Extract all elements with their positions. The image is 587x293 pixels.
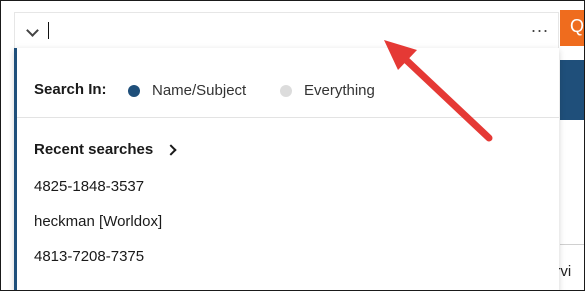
search-submit-button[interactable]: Q [560,10,585,46]
background-divider [560,244,584,245]
chevron-right-icon [165,143,177,156]
search-input[interactable] [51,17,495,45]
search-icon: Q [570,16,585,36]
radio-everything[interactable]: Everything [280,82,375,99]
recent-searches-label: Recent searches [34,141,154,158]
search-in-label: Search In: [34,81,107,98]
radio-everything-label: Everything [304,82,375,99]
more-options-button[interactable]: ... [531,16,549,37]
screenshot-frame: Q ervi ... Search In: Name/Subject Every… [0,0,585,291]
search-bar: ... [14,12,559,48]
radio-unselected-icon [280,84,292,97]
chevron-down-icon[interactable] [26,24,39,37]
radio-selected-icon [128,84,140,97]
search-in-row: Search In: Name/Subject Everything [17,60,559,118]
recent-search-item[interactable]: 4825-1848-3537 [34,178,144,195]
radio-name-subject[interactable]: Name/Subject [128,82,246,99]
radio-name-subject-label: Name/Subject [152,82,247,99]
recent-searches-header[interactable]: Recent searches [34,141,177,158]
recent-search-item[interactable]: heckman [Worldox] [34,213,162,230]
search-dropdown: Search In: Name/Subject Everything Recen… [14,48,559,290]
recent-search-item[interactable]: 4813-7208-7375 [34,248,144,265]
text-cursor [48,22,49,39]
background-header-strip [560,60,584,120]
